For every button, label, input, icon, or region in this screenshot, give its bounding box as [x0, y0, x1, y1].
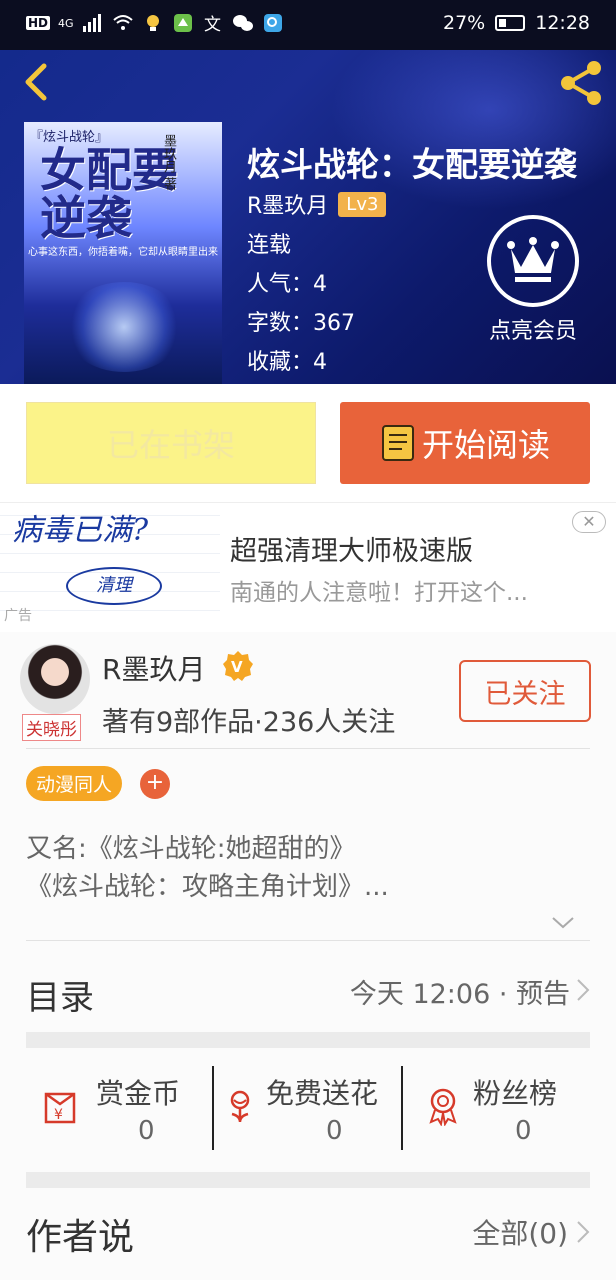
book-author[interactable]: R墨玖月: [247, 188, 328, 220]
table-of-contents-row[interactable]: 目录 今天 12:06 · 预告: [26, 962, 590, 1024]
level-badge: Lv3: [338, 191, 387, 217]
chevron-right-icon: [577, 979, 590, 1001]
crown-circle: [487, 215, 579, 307]
author-stats: 著有9部作品·236人关注: [102, 707, 396, 738]
gift-label: 粉丝榜: [473, 1077, 558, 1110]
status-bar: HD 4G 文 27% 12:28: [0, 0, 616, 50]
author-says-label: 作者说: [26, 1217, 135, 1258]
status-left: HD 4G 文: [26, 12, 284, 34]
back-icon[interactable]: [16, 60, 56, 104]
divider: [26, 748, 590, 749]
in-shelf-button[interactable]: 已在书架: [26, 402, 316, 484]
coin-icon: ¥: [44, 1092, 76, 1124]
book-header: 『炫斗战轮』 女配要逆袭 墨玖月 著 心事这东西，你捂着嘴，它却从眼睛里出来 炫…: [0, 50, 616, 384]
flower-icon: [230, 1090, 250, 1123]
book-popularity: 人气：4: [247, 272, 327, 297]
add-tag-button[interactable]: +: [140, 769, 170, 799]
ad-title[interactable]: 超强清理大师极速版: [230, 529, 473, 568]
gift-label: 免费送花: [266, 1077, 379, 1110]
signal-icon: [82, 14, 101, 32]
avatar-tag: 关晓彤: [22, 714, 81, 741]
verified-icon: V: [223, 651, 253, 681]
gift-row: ¥ 赏金币 0 免费送花 0 粉丝榜 0: [26, 1064, 590, 1174]
start-reading-label: 开始阅读: [421, 426, 550, 464]
medal-icon: [429, 1088, 457, 1126]
toc-label: 目录: [26, 978, 94, 1018]
section-separator: [26, 1032, 590, 1048]
wifi-icon: [112, 15, 133, 30]
gift-count: 0: [515, 1116, 532, 1146]
battery-percent: 27%: [443, 12, 486, 34]
fan-ranking-button[interactable]: 粉丝榜 0: [403, 1064, 590, 1174]
text-app-icon: 文: [204, 15, 221, 34]
hd-indicator: HD: [26, 16, 51, 30]
followed-button[interactable]: 已关注: [459, 660, 591, 722]
ad-subtitle[interactable]: 南通的人注意啦！打开这个...: [230, 573, 575, 607]
app-icon: [173, 14, 192, 32]
author-says-all: 全部(0): [472, 1217, 568, 1250]
gift-label: 赏金币: [96, 1077, 181, 1110]
battery-icon: [495, 15, 526, 31]
book-cover[interactable]: 『炫斗战轮』 女配要逆袭 墨玖月 著 心事这东西，你捂着嘴，它却从眼睛里出来: [24, 122, 222, 384]
cover-art: [64, 282, 184, 372]
svg-text:¥: ¥: [54, 1107, 63, 1123]
divider: [26, 940, 590, 941]
book-favorites: 收藏：4: [247, 350, 327, 375]
vip-label: 点亮会员: [488, 319, 577, 344]
crown-icon: [507, 237, 559, 282]
avatar[interactable]: [20, 644, 90, 714]
svg-text:文: 文: [204, 15, 221, 34]
alias-line-2: 《炫斗战轮：攻略主角计划》...: [26, 872, 389, 902]
action-bar: 已在书架 开始阅读: [0, 384, 616, 502]
book-icon: [381, 425, 414, 461]
ad-tag: 广告: [4, 608, 32, 624]
wechat-icon: [232, 15, 253, 31]
chevron-down-icon[interactable]: [551, 916, 575, 930]
cover-blurb: 心事这东西，你捂着嘴，它却从眼睛里出来: [28, 247, 218, 258]
ad-image-button: 清理: [66, 567, 162, 605]
book-status: 连载: [247, 233, 292, 258]
author-says-row[interactable]: 作者说 全部(0): [26, 1200, 590, 1270]
search-app-icon: [263, 14, 282, 32]
send-flower-button[interactable]: 免费送花 0: [214, 1064, 402, 1174]
vip-button[interactable]: 点亮会员: [478, 215, 588, 345]
book-word-count: 字数：367: [247, 311, 355, 336]
alias-line-1: 又名:《炫斗战轮:她超甜的》: [26, 834, 356, 864]
clock: 12:28: [535, 12, 590, 34]
category-tag[interactable]: 动漫同人: [26, 766, 123, 801]
start-reading-button[interactable]: 开始阅读: [340, 402, 590, 484]
section-separator: [26, 1172, 590, 1188]
gift-count: 0: [138, 1116, 155, 1146]
status-right: 27% 12:28: [443, 12, 590, 34]
book-author-row: R墨玖月 Lv3: [247, 188, 387, 220]
book-title: 炫斗战轮：女配要逆袭: [247, 145, 577, 184]
chevron-right-icon: [577, 1221, 590, 1243]
toc-update: 今天 12:06 · 预告: [349, 979, 570, 1010]
reward-coin-button[interactable]: ¥ 赏金币 0: [26, 1064, 214, 1174]
ad-image[interactable]: 病毒已满? 清理 广告: [0, 503, 220, 629]
author-name[interactable]: R墨玖月: [102, 648, 205, 688]
author-section: 关晓彤 R墨玖月 V 著有9部作品·236人关注 已关注 动漫同人 + 又名:《…: [0, 632, 616, 1280]
close-icon[interactable]: ✕: [572, 511, 606, 533]
ad-image-text: 病毒已满?: [12, 513, 149, 548]
ad-banner[interactable]: 病毒已满? 清理 广告 超强清理大师极速版 南通的人注意啦！打开这个... ✕: [0, 502, 616, 632]
bulb-icon: [146, 15, 159, 31]
svg-text:V: V: [231, 658, 243, 676]
share-icon[interactable]: [556, 58, 606, 108]
book-alias[interactable]: 又名:《炫斗战轮:她超甜的》 《炫斗战轮：攻略主角计划》...: [26, 830, 596, 906]
cover-author: 墨玖月 著: [161, 134, 176, 191]
network-label: 4G: [58, 16, 74, 30]
gift-count: 0: [326, 1116, 343, 1146]
